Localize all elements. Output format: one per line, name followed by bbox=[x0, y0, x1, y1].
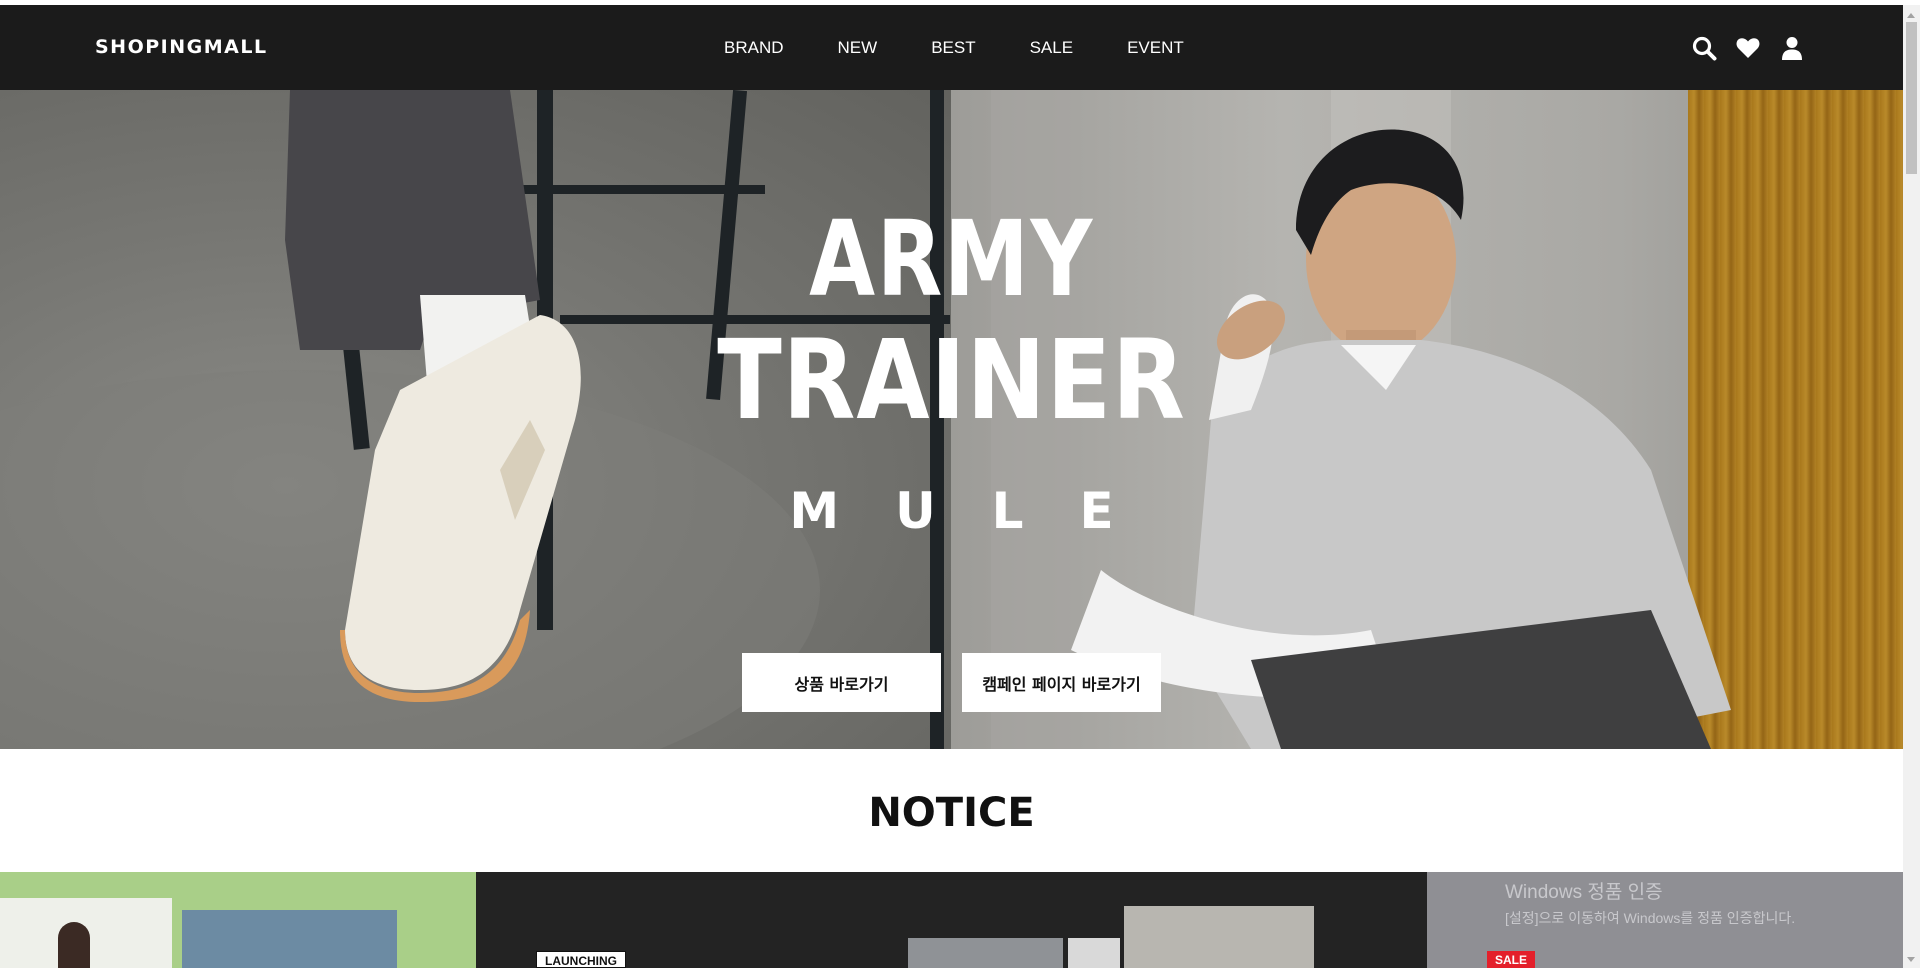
card-thumb-image bbox=[908, 938, 1063, 968]
hero-title-line2: TRAINER bbox=[717, 316, 1186, 444]
watermark-subtitle: [설정]으로 이동하여 Windows를 정품 인증합니다. bbox=[1505, 910, 1796, 926]
card-thumb-person bbox=[58, 922, 90, 968]
nav-brand[interactable]: BRAND bbox=[724, 38, 784, 58]
hero-headline: ARMY TRAINER MULE bbox=[0, 90, 1903, 749]
nav-event[interactable]: EVENT bbox=[1127, 38, 1184, 58]
search-icon[interactable] bbox=[1691, 35, 1717, 61]
heart-icon[interactable] bbox=[1735, 35, 1761, 61]
card-thumb-image-2 bbox=[182, 910, 397, 968]
sale-badge: SALE bbox=[1487, 951, 1536, 968]
card-thumb-image-2 bbox=[1068, 938, 1120, 968]
page-viewport: SHOPINGMALL BRAND NEW BEST SALE EVENT AR… bbox=[0, 5, 1903, 968]
launching-badge: LAUNCHING bbox=[536, 951, 626, 968]
hero-title-line3: MULE bbox=[789, 482, 1170, 540]
card-thumb-image-3 bbox=[1124, 906, 1314, 968]
notice-heading: NOTICE bbox=[868, 790, 1035, 836]
windows-activation-watermark: Windows 정품 인증 [설정]으로 이동하여 Windows를 정품 인증… bbox=[1505, 877, 1795, 928]
notice-card-1[interactable] bbox=[0, 872, 476, 968]
vertical-scrollbar[interactable] bbox=[1903, 5, 1920, 968]
site-logo[interactable]: SHOPINGMALL bbox=[95, 36, 268, 58]
scroll-down-arrow-icon[interactable] bbox=[1907, 957, 1915, 962]
watermark-title: Windows 정품 인증 bbox=[1505, 882, 1663, 903]
hero-title-line1: ARMY bbox=[809, 198, 1094, 320]
notice-card-2[interactable]: LAUNCHING bbox=[476, 872, 1427, 968]
user-icon[interactable] bbox=[1779, 35, 1805, 61]
header-icons bbox=[1691, 35, 1805, 61]
nav-sale[interactable]: SALE bbox=[1030, 38, 1073, 58]
product-link-button[interactable]: 상품 바로가기 bbox=[742, 653, 941, 712]
main-nav: BRAND NEW BEST SALE EVENT bbox=[724, 38, 1238, 58]
site-header: SHOPINGMALL BRAND NEW BEST SALE EVENT bbox=[0, 5, 1903, 90]
nav-new[interactable]: NEW bbox=[838, 38, 878, 58]
scrollbar-thumb[interactable] bbox=[1906, 22, 1917, 174]
scroll-up-arrow-icon[interactable] bbox=[1907, 13, 1915, 18]
hero-banner: ARMY TRAINER MULE 상품 바로가기 캠페인 페이지 바로가기 bbox=[0, 90, 1903, 749]
nav-best[interactable]: BEST bbox=[931, 38, 975, 58]
campaign-link-button[interactable]: 캠페인 페이지 바로가기 bbox=[962, 653, 1161, 712]
